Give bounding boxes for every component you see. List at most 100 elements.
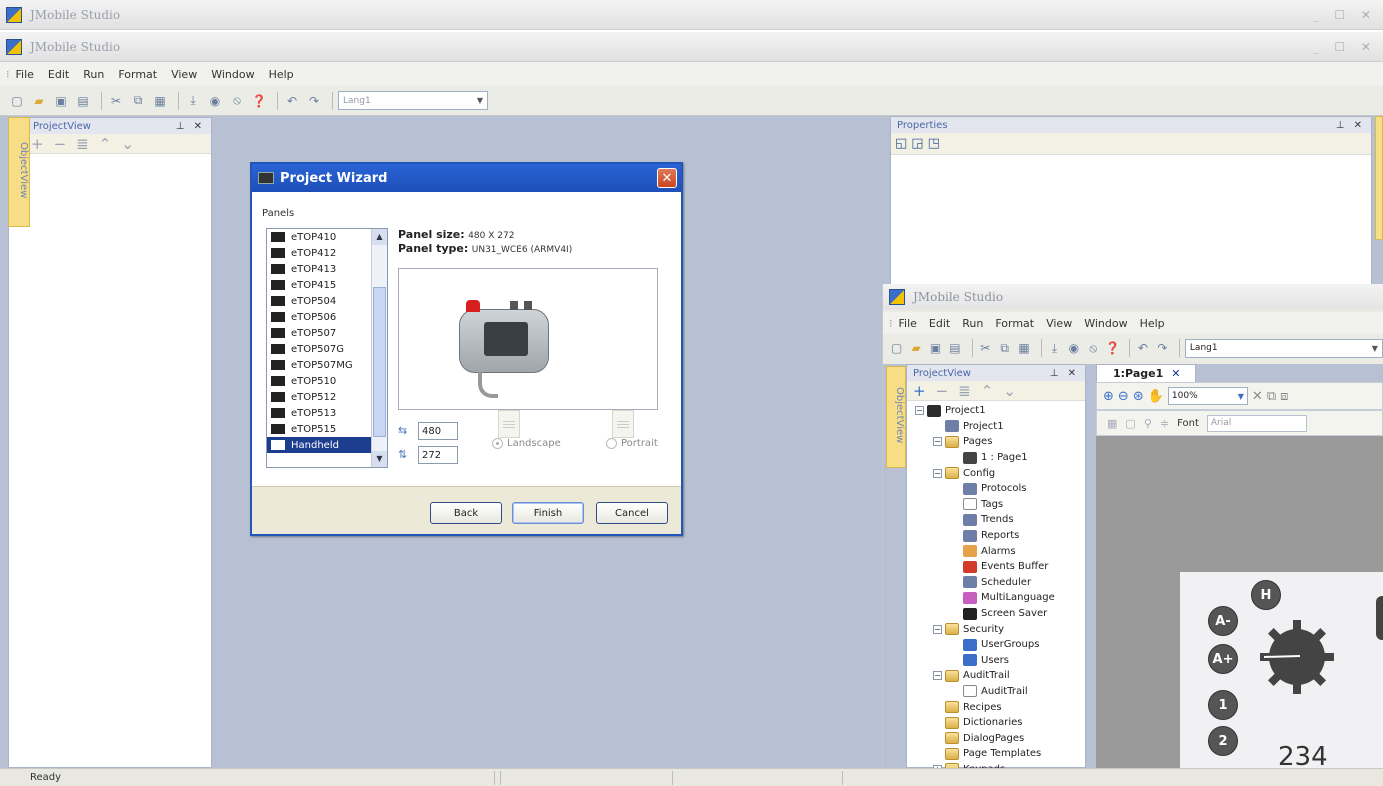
panel-list-item[interactable]: eTOP506 xyxy=(267,309,387,325)
group-icon[interactable]: ⧉ xyxy=(1267,389,1276,404)
tree-item[interactable]: Tags xyxy=(915,497,1055,513)
run-icon[interactable]: ◉ xyxy=(1066,339,1081,357)
tree-item[interactable]: MultiLanguage xyxy=(915,590,1055,606)
alphabetical-icon[interactable]: ◲ xyxy=(911,136,923,151)
download-icon[interactable]: ⤓ xyxy=(1047,339,1062,357)
tree-item[interactable]: AuditTrail xyxy=(915,684,1055,700)
grid-icon[interactable]: ▦ xyxy=(1107,417,1117,430)
open-folder-icon[interactable]: ▰ xyxy=(908,339,923,357)
panel-controls[interactable]: ⊥ ✕ xyxy=(1336,120,1365,131)
save-icon[interactable]: ▣ xyxy=(928,339,943,357)
tree-item[interactable]: Screen Saver xyxy=(915,606,1055,622)
menu-help[interactable]: Help xyxy=(1140,317,1165,330)
collapse-icon[interactable]: − xyxy=(933,671,942,681)
landscape-radio-dot[interactable] xyxy=(492,438,503,449)
tree-item[interactable]: Reports xyxy=(915,528,1055,544)
panel-list[interactable]: eTOP410 eTOP412 eTOP413 eTOP415 eTOP504 eTOP5… xyxy=(266,228,388,468)
help-icon[interactable]: ❓ xyxy=(250,92,268,110)
width-input[interactable] xyxy=(418,422,458,440)
tree-item[interactable]: − Config xyxy=(915,465,1055,481)
height-input[interactable] xyxy=(418,446,458,464)
panel-list-item[interactable]: eTOP415 xyxy=(267,277,387,293)
panel-list-item[interactable]: eTOP507G xyxy=(267,341,387,357)
tree-item[interactable]: Dictionaries xyxy=(915,715,1055,731)
collapse-icon[interactable]: − xyxy=(915,406,924,416)
tree-item[interactable]: Alarms xyxy=(915,543,1055,559)
delete-icon[interactable]: ✕ xyxy=(1252,389,1263,404)
menu-window[interactable]: Window xyxy=(211,68,254,81)
undo-icon[interactable]: ↶ xyxy=(1135,339,1150,357)
ungroup-icon[interactable]: ⧈ xyxy=(1280,389,1288,404)
download-icon[interactable]: ⤓ xyxy=(184,92,202,110)
window-controls[interactable]: _ ☐ ✕ xyxy=(1313,8,1377,22)
tree-item[interactable]: Trends xyxy=(915,512,1055,528)
pan-hand-icon[interactable]: ✋ xyxy=(1148,389,1164,404)
canvas-button-a-plus[interactable]: A+ xyxy=(1208,644,1238,674)
inner-object-view-tab[interactable]: ObjectView xyxy=(886,366,906,468)
spacing-icon[interactable]: ≑ xyxy=(1160,417,1169,430)
canvas-button-h[interactable]: H xyxy=(1251,580,1281,610)
paste-icon[interactable]: ▦ xyxy=(151,92,169,110)
panel-list-item[interactable]: eTOP412 xyxy=(267,245,387,261)
menu-run[interactable]: Run xyxy=(962,317,983,330)
panel-list-scrollbar[interactable]: ▲ ▼ xyxy=(371,229,387,467)
menu-format[interactable]: Format xyxy=(118,68,157,81)
panel-list-item[interactable]: Handheld xyxy=(267,437,387,453)
portrait-radio-dot[interactable] xyxy=(606,438,617,449)
canvas-button-a-minus[interactable]: A- xyxy=(1208,606,1238,636)
language-select[interactable]: Lang1 ▼ xyxy=(1184,338,1383,358)
open-folder-icon[interactable]: ▰ xyxy=(30,92,48,110)
tab-page1[interactable]: 1:Page1 ✕ xyxy=(1096,364,1196,382)
cut-icon[interactable]: ✂ xyxy=(978,339,993,357)
menu-window[interactable]: Window xyxy=(1084,317,1127,330)
add-icon[interactable]: + xyxy=(31,135,44,153)
stop-icon[interactable]: ⦸ xyxy=(228,92,246,110)
tree-item[interactable]: − Security xyxy=(915,621,1055,637)
copy-icon[interactable]: ⧉ xyxy=(997,339,1012,357)
copy-icon[interactable]: ⧉ xyxy=(129,92,147,110)
scroll-down-icon[interactable]: ▼ xyxy=(372,451,387,467)
menu-view[interactable]: View xyxy=(171,68,197,81)
undo-icon[interactable]: ↶ xyxy=(283,92,301,110)
tree-item[interactable]: Scheduler xyxy=(915,575,1055,591)
align-icon[interactable]: ⚲ xyxy=(1144,417,1152,430)
new-file-icon[interactable]: ▢ xyxy=(889,339,904,357)
tree-item[interactable]: − Pages xyxy=(915,434,1055,450)
menu-file[interactable]: File xyxy=(899,317,917,330)
close-icon[interactable]: ✕ xyxy=(1171,367,1180,380)
run-icon[interactable]: ◉ xyxy=(206,92,224,110)
remove-icon[interactable]: − xyxy=(936,382,949,400)
zoom-select[interactable]: 100% ▼ xyxy=(1167,387,1248,405)
save-icon[interactable]: ▣ xyxy=(52,92,70,110)
move-up-icon[interactable]: ⌃ xyxy=(981,382,994,400)
tree-item[interactable]: − Project1 xyxy=(915,403,1055,419)
paste-icon[interactable]: ▦ xyxy=(1016,339,1031,357)
panel-controls[interactable]: ⊥ ✕ xyxy=(176,121,205,132)
menu-edit[interactable]: Edit xyxy=(929,317,950,330)
object-view-tab[interactable]: ObjectView xyxy=(8,117,30,227)
panel-list-item[interactable]: eTOP504 xyxy=(267,293,387,309)
frame-icon[interactable]: ▢ xyxy=(1125,417,1135,430)
tree-item[interactable]: − AuditTrail xyxy=(915,668,1055,684)
help-icon[interactable]: ❓ xyxy=(1105,339,1120,357)
panel-list-item[interactable]: eTOP515 xyxy=(267,421,387,437)
menu-file[interactable]: File xyxy=(16,68,34,81)
zoom-fit-icon[interactable]: ⊛ xyxy=(1133,389,1144,404)
cancel-button[interactable]: Cancel xyxy=(596,502,668,524)
add-icon[interactable]: + xyxy=(913,382,926,400)
tree-item[interactable]: Project1 xyxy=(915,419,1055,435)
tree-item[interactable]: DialogPages xyxy=(915,730,1055,746)
move-down-icon[interactable]: ⌄ xyxy=(1003,382,1016,400)
panel-list-item[interactable]: eTOP510 xyxy=(267,373,387,389)
remove-icon[interactable]: − xyxy=(54,135,67,153)
scroll-up-icon[interactable]: ▲ xyxy=(372,229,387,245)
menu-edit[interactable]: Edit xyxy=(48,68,69,81)
tree-item[interactable]: Page Templates xyxy=(915,746,1055,762)
font-select[interactable]: Arial xyxy=(1206,414,1307,432)
panel-list-item[interactable]: eTOP410 xyxy=(267,229,387,245)
zoom-out-icon[interactable]: ⊖ xyxy=(1118,389,1129,404)
tree-item[interactable]: Recipes xyxy=(915,699,1055,715)
advanced-icon[interactable]: ◳ xyxy=(928,136,940,151)
tree-item[interactable]: 1 : Page1 xyxy=(915,450,1055,466)
tree-item[interactable]: Events Buffer xyxy=(915,559,1055,575)
